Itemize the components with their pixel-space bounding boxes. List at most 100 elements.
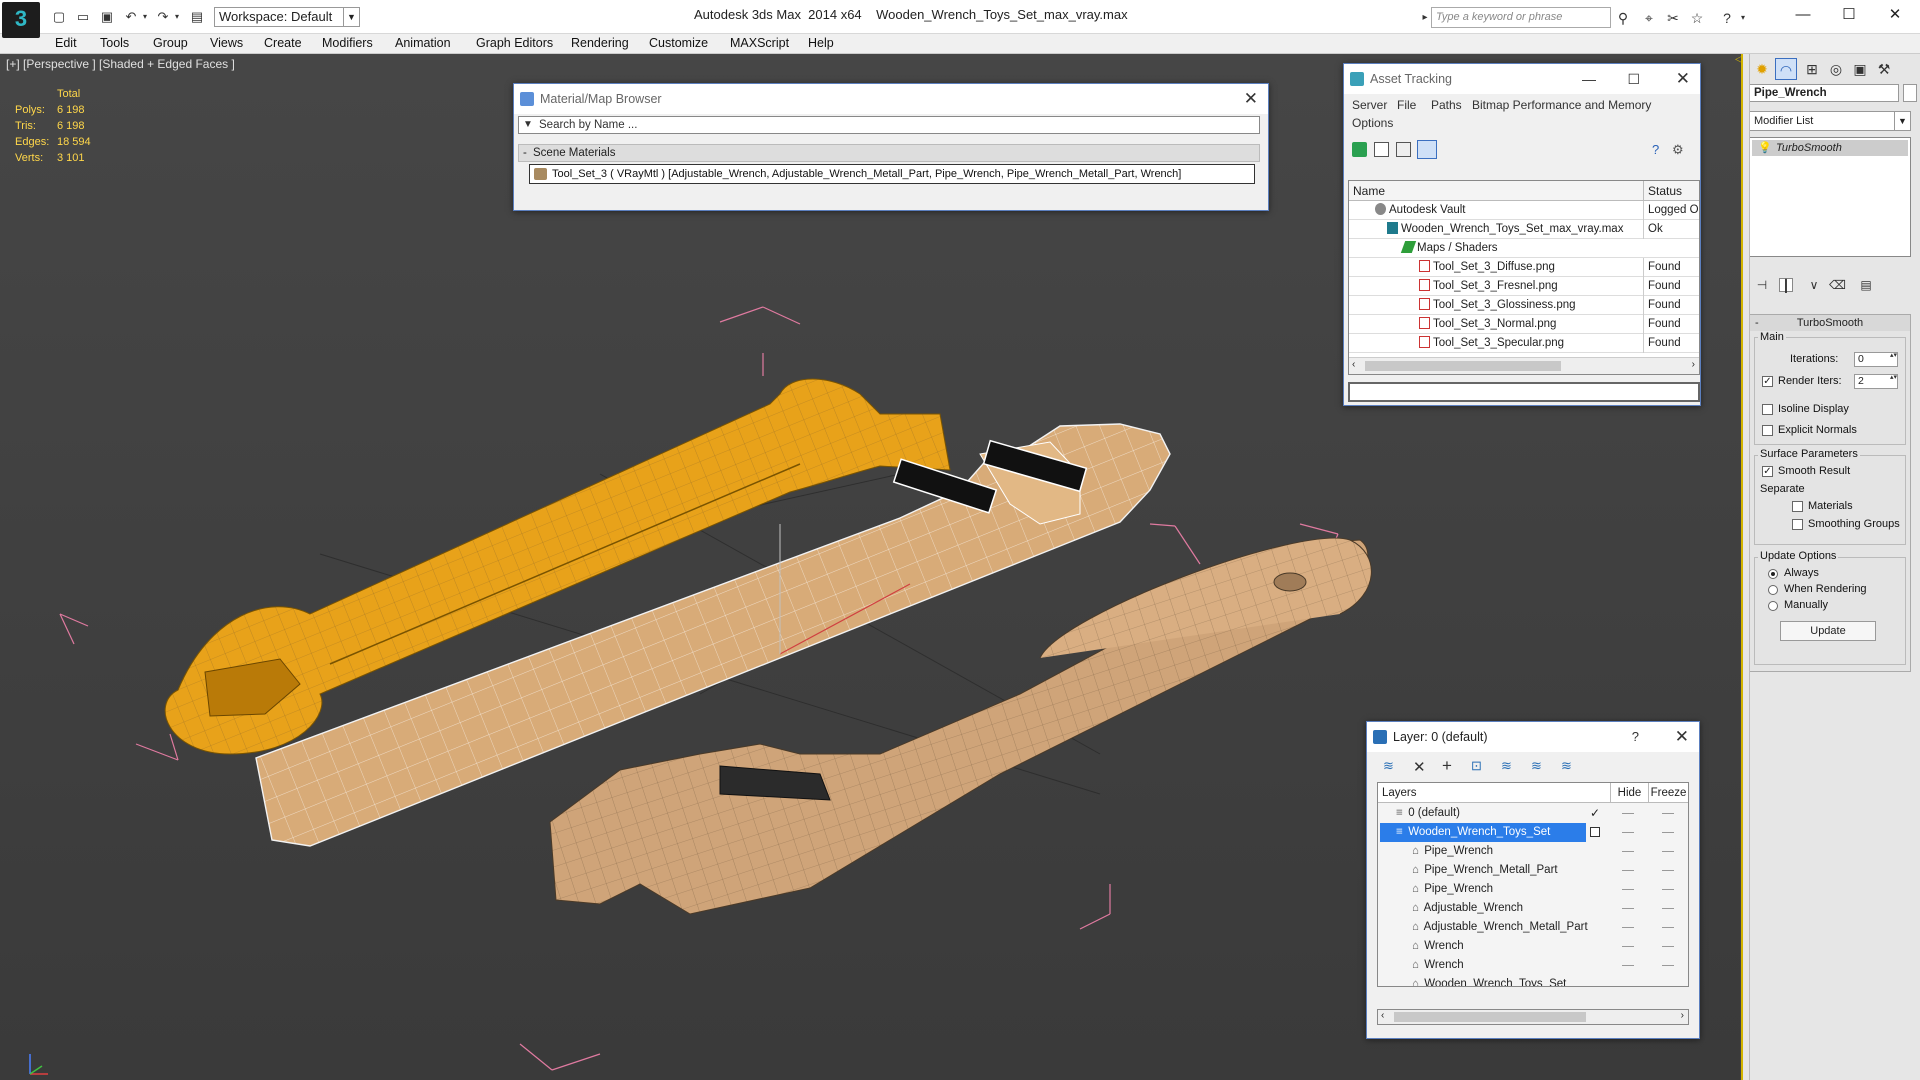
menu-maxscript[interactable]: MAXScript	[730, 36, 789, 50]
stack-item-turbosmooth[interactable]: 💡 TurboSmooth	[1752, 140, 1908, 156]
add-to-layer-icon[interactable]: +	[1442, 756, 1458, 775]
asset-row[interactable]: Tool_Set_3_Specular.png Found	[1349, 334, 1699, 353]
modify-tab-icon[interactable]: ◠	[1775, 58, 1797, 80]
detail-view-icon[interactable]	[1396, 142, 1411, 157]
layer-row[interactable]: ⌂ Adjustable_Wrench_Metall_Part	[1378, 918, 1688, 937]
column-header-status[interactable]: Status	[1643, 181, 1699, 201]
layer-row[interactable]: ⌂ Pipe_Wrench	[1378, 880, 1688, 899]
update-button[interactable]: Update	[1780, 621, 1876, 641]
scroll-right-icon[interactable]: ›	[1681, 1010, 1684, 1021]
menu-help[interactable]: Help	[808, 36, 834, 50]
layer-horizontal-scrollbar[interactable]: ‹ ›	[1377, 1009, 1689, 1025]
app-logo-icon[interactable]: 3	[2, 2, 40, 38]
menu-graph-editors[interactable]: Graph Editors	[476, 36, 553, 50]
help-dropdown-icon[interactable]: ▾	[1734, 9, 1752, 27]
layer-row[interactable]: ⌂ Wrench	[1378, 956, 1688, 975]
asset-path-field[interactable]	[1348, 382, 1700, 402]
material-item[interactable]: Tool_Set_3 ( VRayMtl ) [Adjustable_Wrenc…	[529, 164, 1255, 184]
column-header-layers[interactable]: Layers	[1378, 783, 1610, 803]
refresh-icon[interactable]	[1352, 142, 1367, 157]
asset-row[interactable]: Tool_Set_3_Diffuse.png Found	[1349, 258, 1699, 277]
panel-resize-arrow-icon[interactable]: ◁	[1735, 54, 1743, 65]
display-tab-icon[interactable]: ▣	[1849, 58, 1871, 80]
delete-layer-icon[interactable]: ✕	[1413, 758, 1429, 776]
material-search-input[interactable]: ▼ Search by Name ...	[518, 116, 1260, 134]
scroll-left-icon[interactable]: ‹	[1381, 1010, 1384, 1021]
isoline-display-checkbox[interactable]	[1762, 404, 1773, 415]
manually-radio[interactable]	[1768, 601, 1778, 611]
close-icon[interactable]: ✕	[1244, 84, 1258, 114]
set-current-layer-box[interactable]	[1590, 827, 1600, 837]
configure-sets-icon[interactable]: ▤	[1859, 278, 1873, 292]
pipe-wrench-model[interactable]	[549, 537, 1372, 915]
close-icon[interactable]: ✕	[1676, 64, 1690, 94]
menu-tools[interactable]: Tools	[100, 36, 129, 50]
when-rendering-radio[interactable]	[1768, 585, 1778, 595]
minimize-icon[interactable]: —	[1780, 0, 1826, 30]
asset-row[interactable]: Wooden_Wrench_Toys_Set_max_vray.max Ok	[1349, 220, 1699, 239]
settings-icon[interactable]: ⚙	[1672, 142, 1687, 157]
freeze-all-icon[interactable]: ≋	[1561, 758, 1577, 774]
new-icon[interactable]: ▢	[50, 8, 68, 26]
layer-row[interactable]: ⌂ Adjustable_Wrench	[1378, 899, 1688, 918]
menu-edit[interactable]: Edit	[55, 36, 77, 50]
asset-row[interactable]: Autodesk Vault Logged Out	[1349, 201, 1699, 220]
object-color-swatch[interactable]	[1903, 84, 1917, 102]
menu-paths[interactable]: Paths	[1431, 98, 1462, 112]
render-iters-checkbox[interactable]: ✓	[1762, 376, 1773, 387]
binoculars-icon[interactable]: ⚲	[1614, 9, 1632, 27]
menu-modifiers[interactable]: Modifiers	[322, 36, 373, 50]
open-icon[interactable]: ▭	[74, 8, 92, 26]
make-unique-icon[interactable]: ∨	[1807, 278, 1821, 292]
menu-create[interactable]: Create	[264, 36, 302, 50]
scroll-left-icon[interactable]: ‹	[1352, 359, 1355, 370]
rollout-title[interactable]: - TurboSmooth	[1750, 315, 1910, 331]
horizontal-scrollbar[interactable]: ‹ ›	[1349, 357, 1699, 374]
help-icon[interactable]: ?	[1632, 722, 1639, 752]
redo-dropdown-icon[interactable]: ▾	[168, 8, 186, 26]
help-icon[interactable]: ?	[1652, 142, 1667, 157]
subscription-icon[interactable]: ✂	[1664, 9, 1682, 27]
layer-dialog-titlebar[interactable]: Layer: 0 (default) ? ✕	[1367, 722, 1699, 752]
search-input[interactable]: Type a keyword or phrase	[1431, 7, 1611, 28]
layer-row[interactable]: ⌂ Wooden_Wrench_Toys_Set	[1378, 975, 1688, 986]
scrollbar-thumb[interactable]	[1394, 1012, 1586, 1022]
asset-row[interactable]: Maps / Shaders	[1349, 239, 1699, 258]
scroll-right-icon[interactable]: ›	[1692, 359, 1695, 370]
viewport-label[interactable]: [+] [Perspective ] [Shaded + Edged Faces…	[6, 57, 235, 71]
menu-server[interactable]: Server	[1352, 98, 1387, 112]
panel-scrollbar-track[interactable]	[1744, 54, 1750, 1080]
motion-tab-icon[interactable]: ◎	[1825, 58, 1847, 80]
menu-rendering[interactable]: Rendering	[571, 36, 629, 50]
hierarchy-tab-icon[interactable]: ⊞	[1801, 58, 1823, 80]
scene-materials-section[interactable]: - Scene Materials	[518, 144, 1260, 162]
layer-row-selected[interactable]: ≡ Wooden_Wrench_Toys_Set	[1378, 823, 1688, 842]
layer-row[interactable]: ≡ 0 (default) ✓	[1378, 804, 1688, 823]
close-icon[interactable]: ✕	[1675, 722, 1689, 752]
hide-all-icon[interactable]: ≋	[1531, 758, 1547, 774]
lightbulb-icon[interactable]: 💡	[1758, 140, 1772, 156]
asset-row[interactable]: Tool_Set_3_Normal.png Found	[1349, 315, 1699, 334]
table-view-icon[interactable]	[1417, 140, 1437, 159]
materials-checkbox[interactable]	[1792, 501, 1803, 512]
pin-stack-icon[interactable]: ⊣	[1755, 278, 1769, 292]
communication-center-icon[interactable]: ⌖	[1640, 9, 1658, 27]
filter-icon[interactable]: ▼	[523, 117, 533, 133]
menu-group[interactable]: Group	[153, 36, 188, 50]
close-icon[interactable]: ✕	[1872, 0, 1918, 30]
create-layer-icon[interactable]: ≋	[1383, 758, 1399, 774]
explicit-normals-checkbox[interactable]	[1762, 425, 1773, 436]
always-radio[interactable]	[1768, 569, 1778, 579]
remove-modifier-icon[interactable]: ⌫	[1829, 278, 1846, 292]
layer-row[interactable]: ⌂ Pipe_Wrench	[1378, 842, 1688, 861]
object-name-field[interactable]: Pipe_Wrench	[1749, 84, 1899, 102]
show-end-result-icon[interactable]: ┃	[1779, 278, 1793, 293]
menu-bitmap-performance[interactable]: Bitmap Performance and Memory	[1472, 98, 1651, 112]
column-header-name[interactable]: Name	[1349, 181, 1643, 201]
layer-row[interactable]: ⌂ Wrench	[1378, 937, 1688, 956]
menu-animation[interactable]: Animation	[395, 36, 451, 50]
menu-views[interactable]: Views	[210, 36, 243, 50]
undo-dropdown-icon[interactable]: ▾	[136, 8, 154, 26]
select-objects-icon[interactable]: ⊡	[1471, 758, 1487, 774]
column-header-hide[interactable]: Hide	[1610, 783, 1648, 803]
